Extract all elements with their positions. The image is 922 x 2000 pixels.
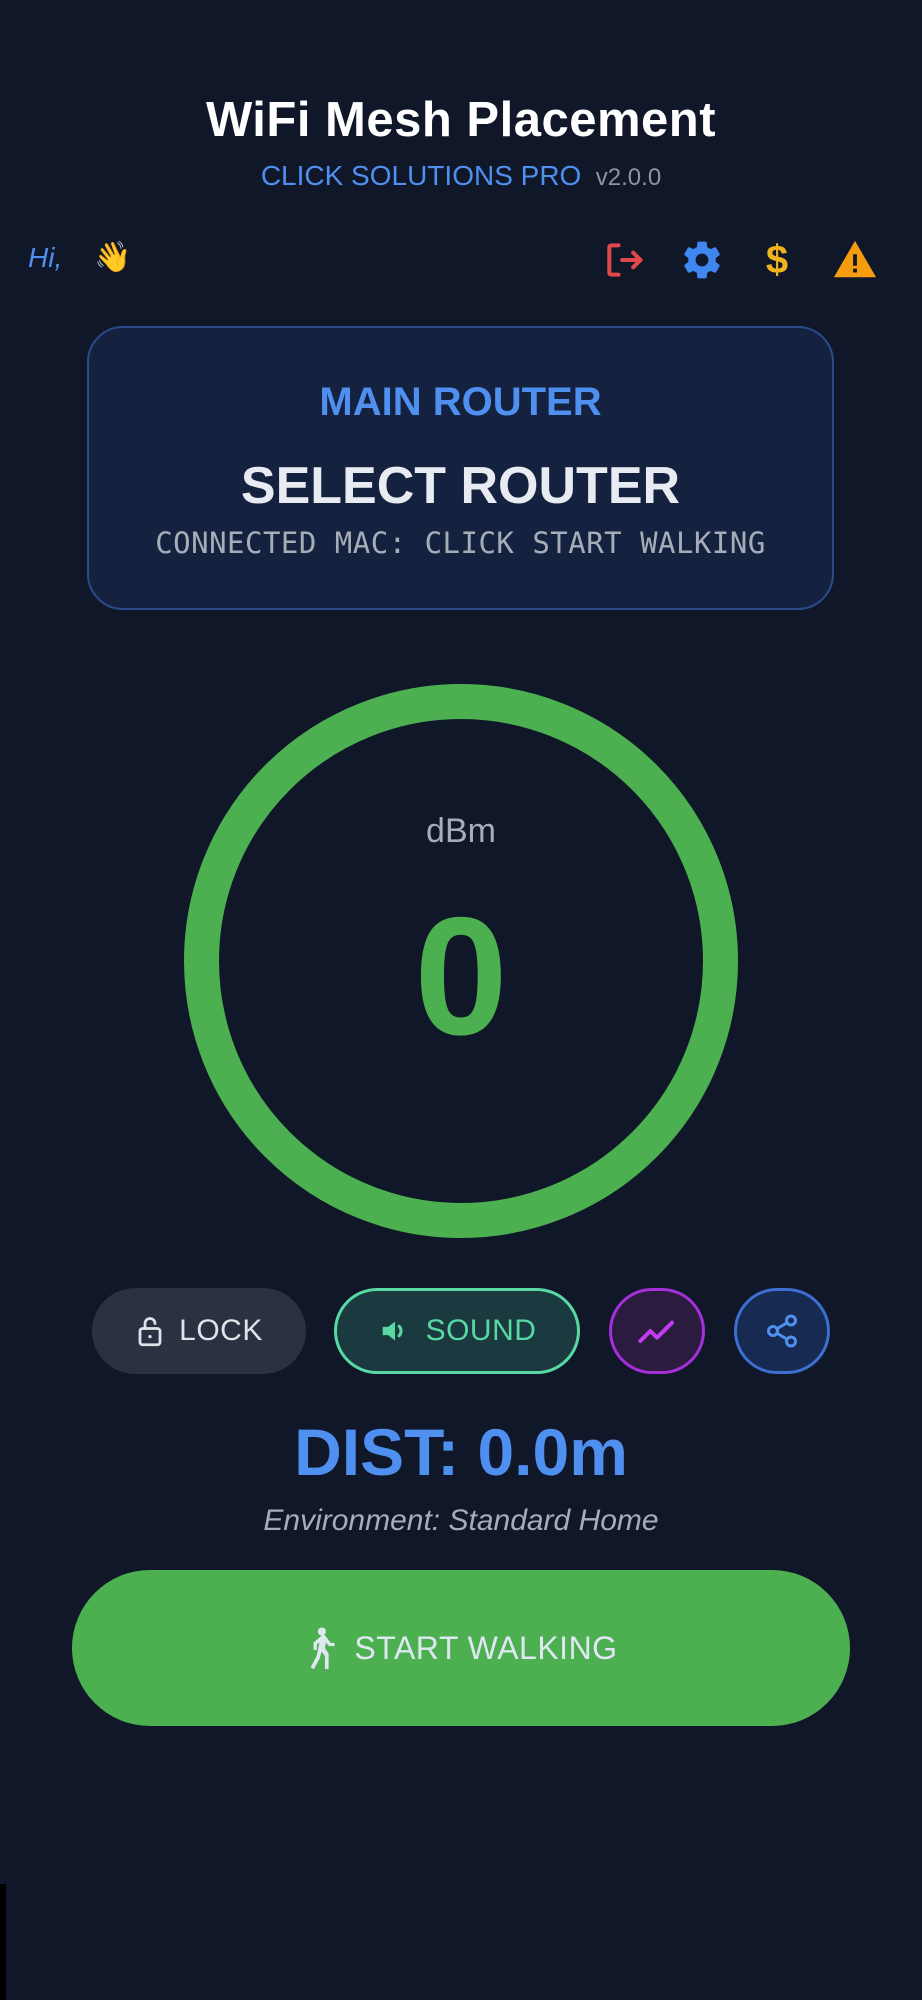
walking-person-icon [311,1627,335,1670]
subtitle-row: CLICK SOLUTIONS PRO v2.0.0 [0,160,922,192]
chart-button[interactable] [609,1288,705,1374]
dollar-icon: $ [765,237,789,282]
signal-unit: dBm [426,812,496,850]
start-walking-button[interactable]: START WALKING [72,1570,850,1726]
greeting: Hi, 👋 [28,240,131,275]
router-label: MAIN ROUTER [319,380,602,424]
app-title: WiFi Mesh Placement [205,93,717,147]
pricing-button[interactable]: $ [749,232,805,288]
logout-icon [607,243,643,277]
logout-button[interactable] [596,232,652,288]
lock-button[interactable]: LOCK [92,1288,306,1374]
warning-button[interactable] [827,232,883,288]
start-walking-label: START WALKING [354,1629,618,1666]
speaker-icon [382,1321,403,1341]
lock-label: LOCK [179,1314,263,1347]
distance-readout: DIST: 0.0m [294,1415,628,1489]
unlock-icon [138,1317,162,1347]
router-name: SELECT ROUTER [240,457,681,515]
waving-hand-icon: 👋 [94,241,132,274]
environment-label: Environment: Standard Home [263,1504,659,1537]
settings-button[interactable] [674,232,730,288]
warning-icon [833,240,877,278]
sound-button[interactable]: SOUND [334,1288,580,1374]
app-version: v2.0.0 [595,164,662,191]
greeting-text: Hi, [28,242,63,273]
gear-icon [684,241,720,279]
share-icon [767,1314,797,1348]
trend-chart-icon [638,1320,674,1343]
company-name: CLICK SOLUTIONS PRO [260,160,582,191]
app-screen: WiFi Mesh Placement CLICK SOLUTIONS PRO … [0,0,922,2000]
router-mac-status: CONNECTED MAC: CLICK START WALKING [155,526,766,560]
screen-edge-mark [0,1884,6,2000]
router-card[interactable]: MAIN ROUTER SELECT ROUTER CONNECTED MAC:… [87,326,834,610]
signal-value: 0 [414,882,508,1070]
sound-label: SOUND [425,1314,537,1347]
share-button[interactable] [734,1288,830,1374]
